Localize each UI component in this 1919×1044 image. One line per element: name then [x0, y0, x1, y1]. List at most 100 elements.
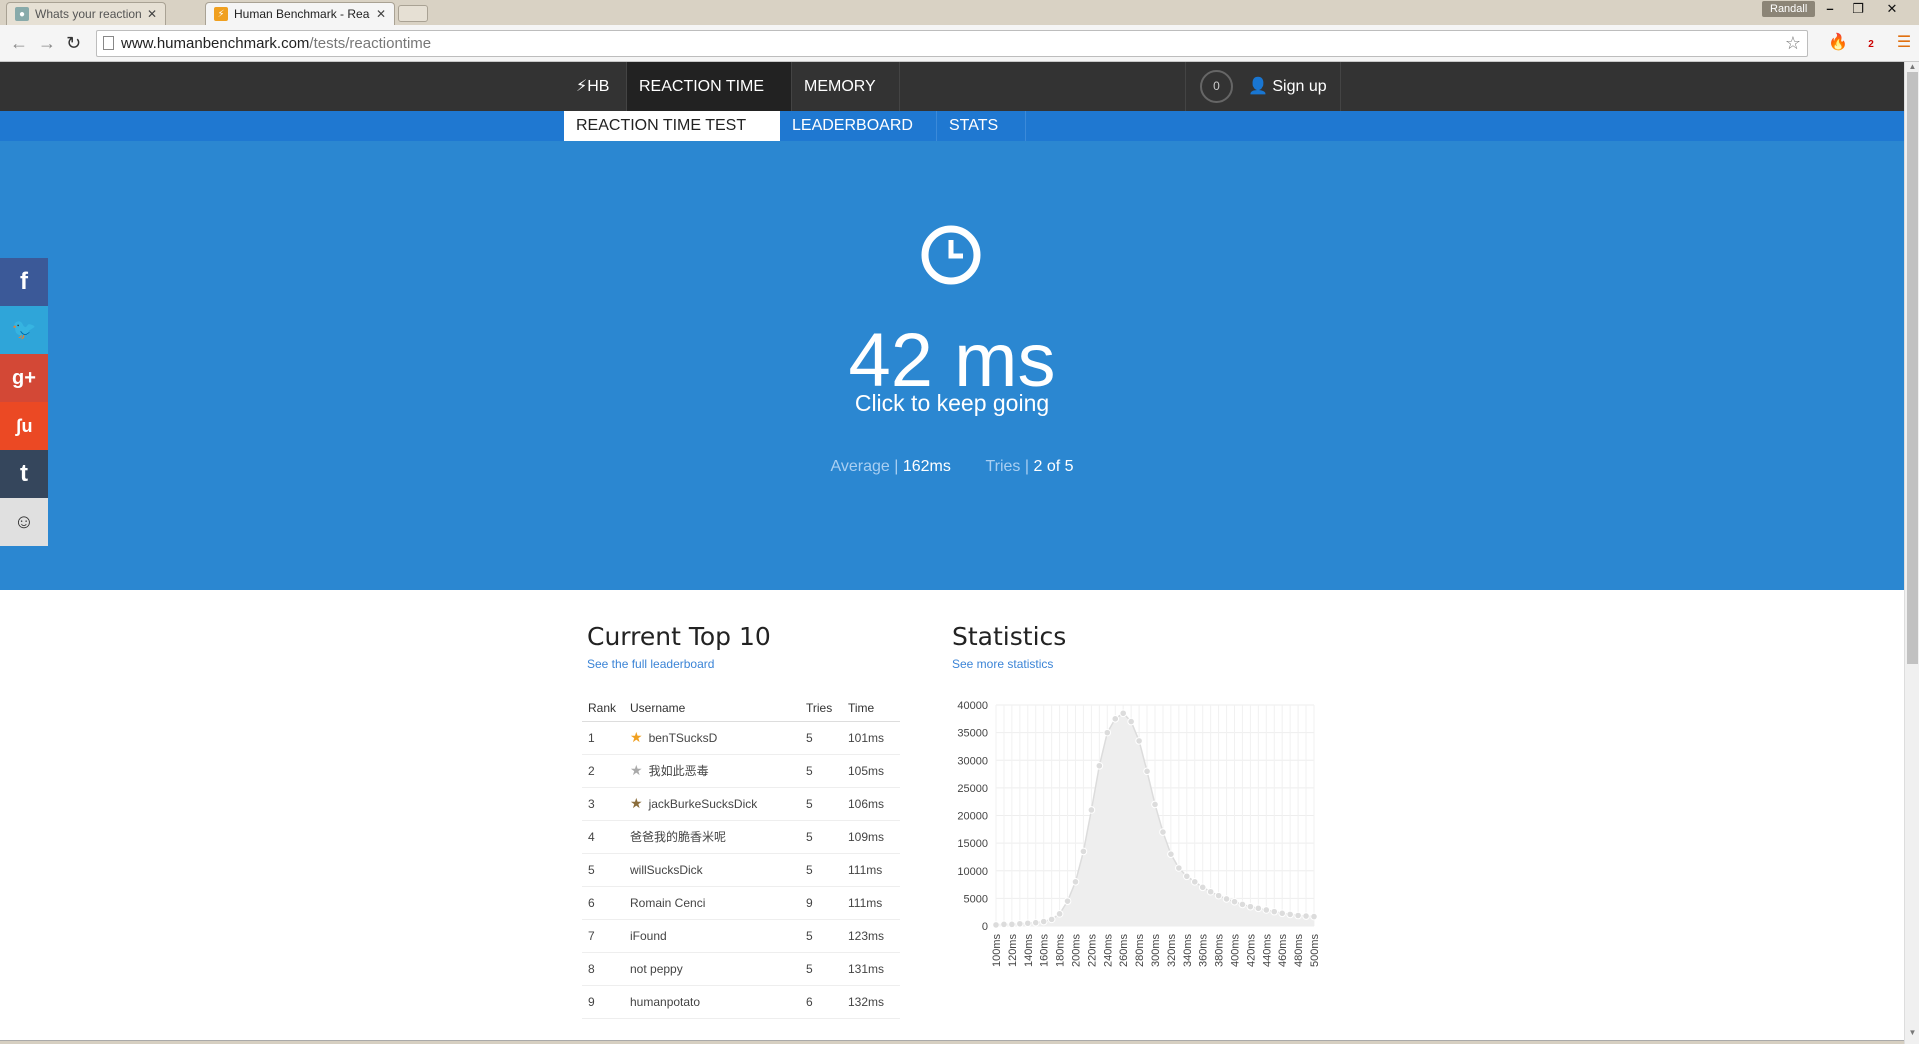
tries-cell: 5	[800, 721, 842, 755]
lightning-icon: ⚡	[214, 7, 228, 21]
scroll-thumb[interactable]	[1907, 72, 1918, 664]
back-arrow-icon[interactable]: ←	[10, 33, 28, 53]
reaction-test-area[interactable]: 42 ms Click to keep going Average | 162m…	[0, 141, 1904, 590]
data-point	[1127, 717, 1135, 726]
silver-star-icon: ★	[630, 762, 643, 778]
facebook-share-button[interactable]: f	[0, 258, 48, 306]
session-stats: Average | 162ms Tries | 2 of 5	[830, 458, 1074, 475]
data-point	[1302, 912, 1310, 920]
data-point	[1024, 919, 1032, 928]
average-value: 162ms	[902, 458, 951, 475]
y-tick-label: 5000	[964, 893, 988, 905]
google-plus-share-button[interactable]: g+	[0, 354, 48, 402]
data-point	[1071, 878, 1080, 886]
twitter-share-button[interactable]: 🐦	[0, 306, 48, 354]
data-point	[1254, 904, 1263, 913]
table-row: 7 iFound 5 123ms	[582, 919, 900, 953]
rank-cell: 2	[582, 754, 624, 788]
time-cell: 106ms	[842, 787, 900, 821]
x-tick-label: 160ms	[1039, 934, 1051, 968]
statistics-title: Statistics	[952, 622, 1067, 651]
restore-icon[interactable]: ❐	[1846, 0, 1870, 18]
data-point	[1008, 920, 1016, 929]
scroll-down-arrow-icon[interactable]: ▼	[1907, 1028, 1918, 1037]
minimize-icon[interactable]: –	[1818, 0, 1842, 18]
data-point	[1175, 864, 1183, 872]
x-tick-label: 120ms	[1007, 934, 1019, 968]
browser-tab-bar: ● Whats your reaction time ✕ ⚡ Human Ben…	[0, 0, 1919, 25]
full-leaderboard-link[interactable]: See the full leaderboard	[587, 657, 714, 671]
y-tick-label: 20000	[957, 811, 988, 823]
signup-button[interactable]: 👤 Sign up	[1236, 62, 1339, 111]
data-point	[1278, 909, 1287, 918]
username-cell: Romain Cenci	[624, 886, 800, 920]
x-tick-label: 180ms	[1055, 934, 1067, 968]
close-tab-icon[interactable]: ✕	[376, 7, 386, 21]
x-tick-label: 240ms	[1102, 934, 1114, 968]
browser-user-profile[interactable]: Randall	[1762, 1, 1816, 17]
ublock-extension-icon[interactable]: 2	[1860, 32, 1882, 54]
chart-svg: 0 5000 10000 15000 20000 25000 30000 35000 40000…	[957, 700, 1321, 968]
reddit-icon: ☺	[13, 511, 35, 533]
twitter-icon: 🐦	[11, 319, 37, 341]
reddit-share-button[interactable]: ☺	[0, 498, 48, 546]
tumblr-share-button[interactable]: t	[0, 450, 48, 498]
table-row: 8 not peppy 5 131ms	[582, 952, 900, 986]
page-scrollbar[interactable]: ▲ ▼	[1904, 62, 1919, 1044]
stumbleupon-share-button[interactable]: ʃu	[0, 402, 48, 450]
nav-reaction-time[interactable]: REACTION TIME	[627, 62, 791, 111]
tries-cell: 6	[800, 985, 842, 1019]
new-tab-button[interactable]	[398, 5, 428, 22]
time-cell: 132ms	[842, 985, 900, 1019]
x-tick-label: 140ms	[1023, 934, 1035, 968]
tries-cell: 5	[800, 919, 842, 953]
url-host: www.humanbenchmark.com	[121, 35, 310, 52]
scroll-up-arrow-icon[interactable]: ▲	[1907, 62, 1918, 71]
data-point	[1079, 847, 1088, 856]
x-tick-label: 300ms	[1150, 934, 1162, 968]
close-tab-icon[interactable]: ✕	[147, 7, 157, 21]
address-bar[interactable]: www.humanbenchmark.com/tests/reactiontim…	[96, 30, 1808, 57]
tab-label: Whats your reaction time	[35, 7, 141, 21]
table-header-row: Rank Username Tries Time	[582, 696, 900, 722]
menu-icon[interactable]: ☰	[1893, 32, 1915, 54]
fire-extension-icon[interactable]: 🔥	[1827, 32, 1849, 54]
tab-stats[interactable]: STATS	[937, 111, 1025, 141]
table-row: 1 ★ benTSucksD 5 101ms	[582, 721, 900, 755]
more-statistics-link[interactable]: See more statistics	[952, 657, 1053, 671]
nav-memory[interactable]: MEMORY	[792, 62, 899, 111]
table-row: 3 ★ jackBurkeSucksDick 5 106ms	[582, 787, 900, 821]
forward-arrow-icon[interactable]: →	[38, 33, 56, 53]
tries-cell: 5	[800, 952, 842, 986]
data-point	[1238, 900, 1247, 909]
window-close-icon[interactable]: ✕	[1880, 0, 1904, 18]
browser-tab-reddit[interactable]: ● Whats your reaction time ✕	[6, 2, 166, 25]
bookmark-star-icon[interactable]: ☆	[1785, 31, 1801, 56]
facebook-icon: f	[20, 268, 28, 295]
time-cell: 111ms	[842, 853, 900, 887]
username: jackBurkeSucksDick	[648, 797, 758, 811]
data-point	[1151, 800, 1159, 809]
data-point	[992, 921, 1000, 929]
tab-reaction-time-test[interactable]: REACTION TIME TEST	[564, 111, 780, 141]
leaderboard-table: Rank Username Tries Time 1 ★ benTSucksD 5…	[582, 696, 900, 1019]
score-count-badge: 0	[1200, 70, 1233, 103]
header-rank: Rank	[582, 696, 624, 722]
nav-home[interactable]: ⚡HB	[564, 62, 621, 111]
time-cell: 101ms	[842, 721, 900, 755]
url-path: /tests/reactiontime	[309, 35, 432, 52]
tab-leaderboard[interactable]: LEADERBOARD	[780, 111, 936, 141]
signup-label: Sign up	[1272, 78, 1327, 95]
stumbleupon-icon: ʃu	[15, 416, 33, 436]
username-cell: humanpotato	[624, 985, 800, 1019]
tries-cell: 5	[800, 787, 842, 821]
browser-tab-human-benchmark[interactable]: ⚡ Human Benchmark - Reac ✕	[205, 2, 395, 25]
username-cell: ★ jackBurkeSucksDick	[624, 787, 800, 821]
reload-icon[interactable]: ↻	[66, 33, 81, 53]
y-tick-label: 25000	[957, 783, 988, 795]
x-tick-label: 400ms	[1230, 934, 1242, 968]
data-point	[1087, 806, 1096, 814]
tumblr-icon: t	[20, 460, 28, 487]
data-point	[1095, 761, 1104, 770]
tries-cell: 9	[800, 886, 842, 920]
